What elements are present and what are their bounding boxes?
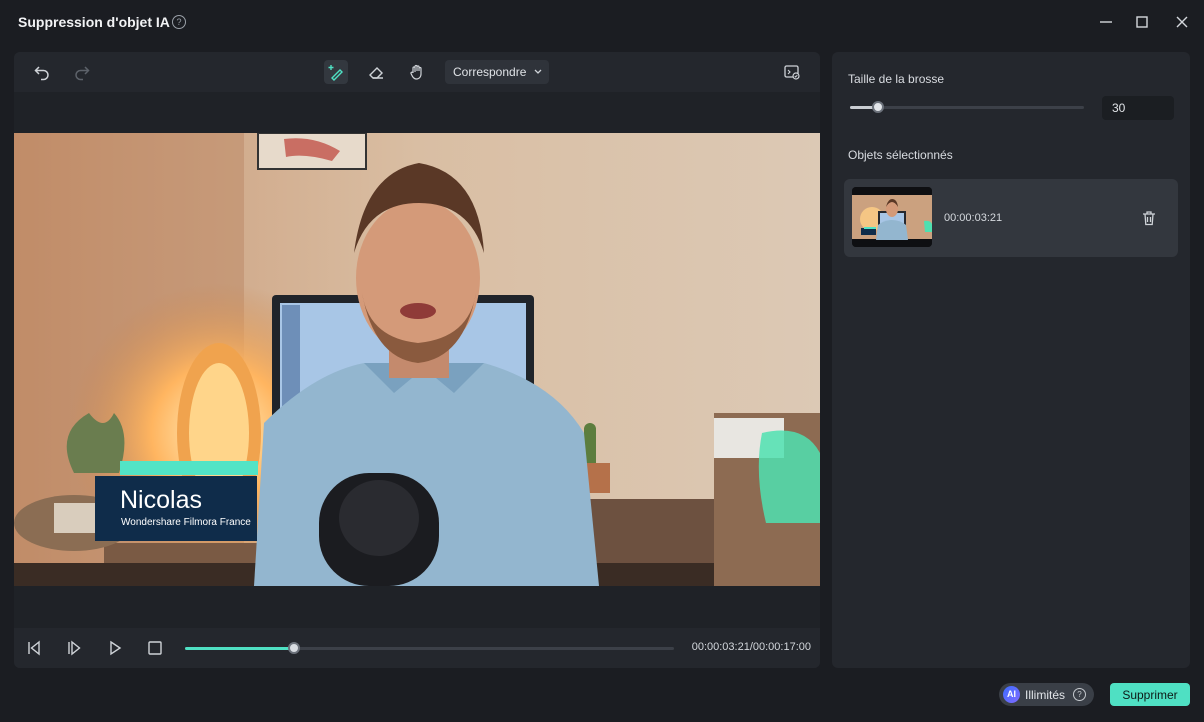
minimize-button[interactable] [1096,12,1116,32]
minimize-icon [1100,21,1112,23]
close-icon [1176,16,1188,28]
match-mode-dropdown[interactable]: Correspondre [445,60,549,84]
play-icon [110,640,122,656]
maximize-icon [1136,16,1148,28]
match-mode-value: Correspondre [453,65,527,79]
lower-third-subtitle: Wondershare Filmora France [121,517,251,528]
selected-object-item[interactable]: 00:00:03:21 [844,179,1178,257]
video-canvas-area[interactable]: Nicolas Wondershare Filmora France [14,92,820,628]
playback-scrubber-handle[interactable] [288,642,301,654]
video-frame[interactable]: Nicolas Wondershare Filmora France [14,133,820,586]
playback-timecode: 00:00:03:21/00:00:17:00 [691,641,811,653]
help-icon[interactable]: ? [172,15,186,29]
credits-label: Illimités [1025,688,1066,702]
preview-compare-icon [784,65,800,80]
redo-button[interactable] [70,60,94,84]
trash-icon [1143,211,1155,226]
title-bar: Suppression d'objet IA ? [0,0,1204,44]
undo-icon [34,66,49,81]
settings-panel: Taille de la brosse Objets sélectionnés [832,52,1190,668]
eraser-button[interactable] [364,60,388,84]
lower-third-name: Nicolas [120,486,202,514]
credits-help-icon[interactable]: ? [1073,688,1086,701]
undo-button[interactable] [30,60,54,84]
ai-credits-icon: AI [1003,686,1020,703]
brush-size-input[interactable] [1102,96,1174,120]
brush-add-button[interactable] [324,60,348,84]
preview-compare-button[interactable] [780,60,804,84]
stop-button[interactable] [146,639,164,657]
maximize-button[interactable] [1132,12,1152,32]
playback-progress-fill [185,647,295,650]
hand-tool-button[interactable] [405,60,429,84]
previous-frame-icon [28,640,40,656]
brush-size-slider-handle[interactable] [872,101,885,113]
brush-add-icon [328,65,343,81]
object-timecode: 00:00:03:21 [944,212,1003,224]
hand-icon [410,64,422,80]
previous-frame-button[interactable] [25,639,43,657]
delete-button[interactable]: Supprimer [1110,683,1190,706]
next-frame-icon [68,640,81,656]
chevron-down-icon [533,60,543,92]
eraser-icon [369,67,383,79]
playback-controls: 00:00:03:21/00:00:17:00 [14,628,820,668]
selected-objects-label: Objets sélectionnés [848,148,953,162]
playback-progress-bar[interactable] [185,642,674,654]
object-thumbnail [852,187,932,247]
brush-size-label: Taille de la brosse [848,72,945,86]
ai-credits-badge[interactable]: AI Illimités ? [999,683,1094,706]
stop-icon [148,641,162,655]
next-frame-button[interactable] [65,639,83,657]
brush-size-slider[interactable] [850,101,1084,113]
play-button[interactable] [106,639,124,657]
delete-object-button[interactable] [1140,209,1158,227]
redo-icon [75,66,90,81]
editor-panel: Correspondre Nicolas Wondershare Filmora… [14,52,820,668]
editor-toolbar: Correspondre [14,52,820,92]
close-button[interactable] [1172,12,1192,32]
window-title: Suppression d'objet IA [18,14,170,30]
